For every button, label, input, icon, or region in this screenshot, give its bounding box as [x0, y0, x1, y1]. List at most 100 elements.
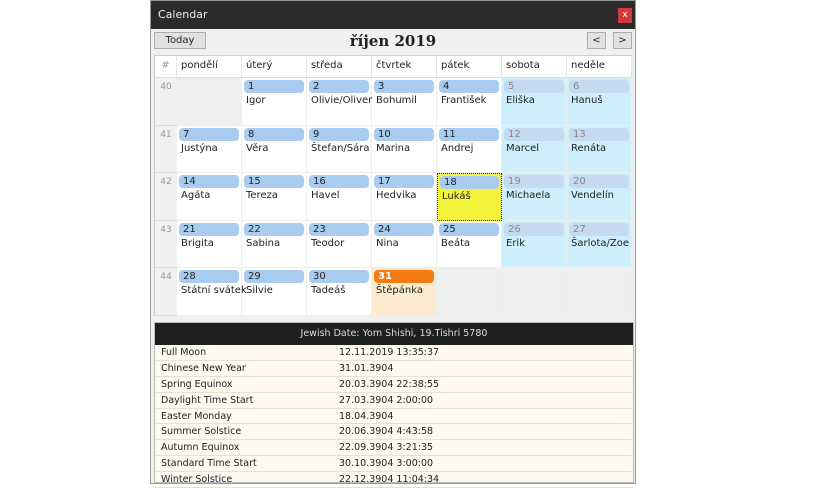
day-cell[interactable]: 26 Erik: [502, 220, 567, 269]
week-number: 41: [155, 125, 177, 174]
day-header-3: čtvrtek: [372, 56, 437, 78]
name-day: Silvie: [246, 285, 273, 297]
day-number: 26: [504, 222, 564, 236]
name-day: Věra: [246, 142, 269, 154]
info-row: Easter Monday 18.04.3904: [155, 409, 633, 425]
event-name: Spring Equinox: [161, 378, 233, 390]
day-cell[interactable]: 27 Šarlota/Zoe: [567, 220, 632, 269]
event-name: Daylight Time Start: [161, 394, 254, 406]
day-cell[interactable]: 7 Justýna: [177, 125, 242, 174]
day-number: 21: [179, 222, 239, 236]
day-number: 13: [569, 127, 629, 141]
name-day: Andrej: [441, 142, 474, 154]
name-day: Hedvika: [376, 190, 417, 202]
day-cell[interactable]: 31 Štěpánka: [372, 268, 437, 316]
day-cell[interactable]: 8 Věra: [242, 125, 307, 174]
day-number: 22: [244, 222, 304, 236]
day-cell[interactable]: 17 Hedvika: [372, 173, 437, 221]
name-day: Tadeáš: [311, 285, 346, 297]
day-cell[interactable]: 12 Marcel: [502, 125, 567, 174]
name-day: Erik: [506, 237, 525, 249]
day-cell[interactable]: 9 Štefan/Sára: [307, 125, 372, 174]
day-cell[interactable]: 24 Nina: [372, 220, 437, 269]
week-number: 40: [155, 78, 177, 126]
empty-cell: [567, 268, 632, 316]
day-cell[interactable]: 22 Sabina: [242, 220, 307, 269]
name-day: Eliška: [506, 95, 535, 106]
day-cell[interactable]: 25 Beáta: [437, 220, 502, 269]
day-cell[interactable]: 13 Renáta: [567, 125, 632, 174]
name-day: Lukáš: [442, 191, 471, 203]
event-date: 22.09.3904 3:21:35: [339, 442, 434, 454]
day-number: 27: [569, 222, 629, 236]
day-cell[interactable]: 30 Tadeáš: [307, 268, 372, 316]
day-number: 11: [439, 127, 499, 141]
day-cell[interactable]: 19 Michaela: [502, 173, 567, 221]
name-day: Beáta: [441, 237, 471, 249]
day-cell[interactable]: 5 Eliška: [502, 78, 567, 126]
jewish-date: Jewish Date: Yom Shishi, 19.Tishri 5780: [155, 323, 633, 345]
day-cell[interactable]: 20 Vendelín: [567, 173, 632, 221]
day-number: 19: [504, 175, 564, 189]
event-name: Chinese New Year: [161, 362, 246, 374]
next-month-button[interactable]: >: [613, 32, 632, 49]
event-date: 20.06.3904 4:43:58: [339, 426, 434, 438]
name-day: Marina: [376, 142, 411, 154]
event-name: Summer Solstice: [161, 426, 242, 438]
day-number: 3: [374, 80, 434, 93]
event-date: 12.11.2019 13:35:37: [339, 347, 440, 358]
event-name: Winter Solstice: [161, 474, 233, 486]
name-day: Státní svátek: [181, 285, 247, 297]
close-button[interactable]: x: [618, 8, 632, 23]
day-number: 24: [374, 222, 434, 236]
day-number: 4: [439, 80, 499, 93]
empty-cell: [437, 268, 502, 316]
day-number: 1: [244, 80, 304, 93]
week-number-header: #: [155, 56, 177, 78]
day-number: 10: [374, 127, 434, 141]
name-day: Olivie/Oliver: [311, 95, 373, 106]
empty-cell: [502, 268, 567, 316]
day-cell[interactable]: 4 František: [437, 78, 502, 126]
day-cell[interactable]: 14 Agáta: [177, 173, 242, 221]
window-title: Calendar: [158, 8, 208, 21]
day-number: 14: [179, 175, 239, 189]
name-day: Sabina: [246, 237, 281, 249]
day-cell[interactable]: 23 Teodor: [307, 220, 372, 269]
day-cell[interactable]: 21 Brigita: [177, 220, 242, 269]
day-cell[interactable]: 2 Olivie/Oliver: [307, 78, 372, 126]
info-row: Full Moon 12.11.2019 13:35:37: [155, 345, 633, 361]
day-cell[interactable]: 28 Státní svátek: [177, 268, 247, 316]
day-number: 12: [504, 127, 564, 141]
event-date: 31.01.3904: [339, 362, 394, 374]
prev-month-button[interactable]: <: [587, 32, 606, 49]
day-cell[interactable]: 18 Lukáš: [437, 173, 502, 221]
name-day: Marcel: [506, 142, 540, 154]
day-cell[interactable]: 29 Silvie: [242, 268, 307, 316]
day-number: 28: [179, 270, 239, 284]
day-number: 9: [309, 127, 369, 141]
info-row: Chinese New Year 31.01.3904: [155, 361, 633, 377]
empty-cell: [177, 78, 242, 126]
info-panel: Jewish Date: Yom Shishi, 19.Tishri 5780 …: [154, 322, 634, 488]
day-number: 8: [244, 127, 304, 141]
day-number: 15: [244, 175, 304, 189]
day-cell[interactable]: 16 Havel: [307, 173, 372, 221]
info-row: Standard Time Start 30.10.3904 3:00:00: [155, 456, 633, 473]
name-day: František: [441, 95, 487, 106]
event-date: 20.03.3904 22:38:55: [339, 378, 440, 390]
day-header-0: pondělí: [177, 56, 242, 78]
day-header-1: úterý: [242, 56, 307, 78]
day-number: 31: [374, 270, 434, 284]
info-row: Autumn Equinox 22.09.3904 3:21:35: [155, 440, 633, 457]
event-date: 27.03.3904 2:00:00: [339, 394, 434, 406]
day-cell[interactable]: 3 Bohumil: [372, 78, 437, 126]
day-cell[interactable]: 11 Andrej: [437, 125, 502, 174]
event-date: 30.10.3904 3:00:00: [339, 458, 434, 470]
day-number: 18: [440, 176, 499, 190]
day-cell[interactable]: 10 Marina: [372, 125, 437, 174]
day-number: 17: [374, 175, 434, 189]
day-cell[interactable]: 15 Tereza: [242, 173, 307, 221]
day-cell[interactable]: 1 Igor: [242, 78, 307, 126]
day-cell[interactable]: 6 Hanuš: [567, 78, 632, 126]
